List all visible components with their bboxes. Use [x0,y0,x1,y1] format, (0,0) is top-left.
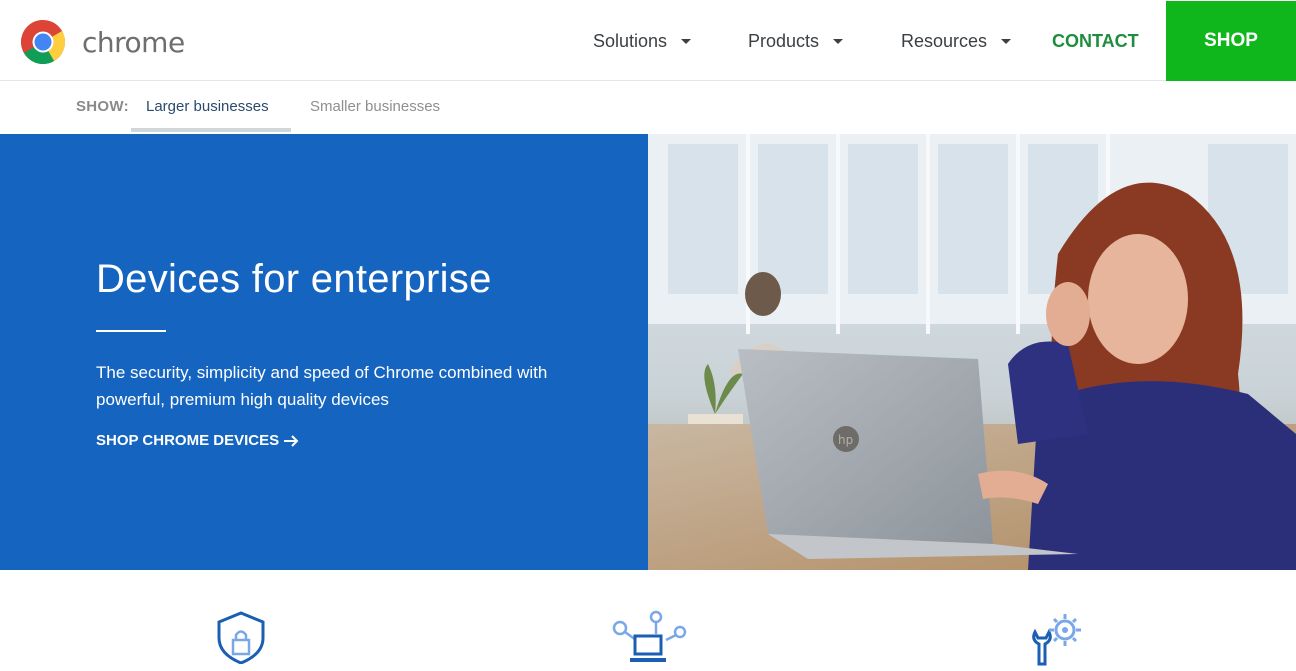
nav-products-label: Products [748,31,820,51]
logo-text: chrome [82,25,185,59]
nav-resources[interactable]: Resources [901,31,1012,52]
chrome-logo-icon [21,20,65,64]
office-photo-illustration: hp [648,134,1296,570]
caret-down-icon [1001,39,1012,44]
show-label: SHOW: [76,98,129,115]
nav-solutions[interactable]: Solutions [593,31,692,52]
hero-photo: hp [648,134,1296,570]
site-header: chrome Solutions Products Resources CONT… [0,0,1296,81]
nav-products[interactable]: Products [748,31,844,52]
wrench-gear-icon [1027,610,1087,671]
hero-description: The security, simplicity and speed of Ch… [96,363,548,409]
shop-button[interactable]: SHOP [1166,1,1296,81]
caret-down-icon [833,39,844,44]
nav-resources-label: Resources [901,31,988,51]
nav-solutions-label: Solutions [593,31,668,51]
cta-label: SHOP CHROME DEVICES [96,432,280,449]
arrow-right-icon [284,434,299,447]
laptop-network-icon [610,610,690,671]
hero-title: Devices for enterprise [96,257,492,301]
tab-larger-businesses[interactable]: Larger businesses [146,98,269,115]
chrome-logo[interactable]: chrome [20,19,185,65]
tab-smaller-businesses[interactable]: Smaller businesses [310,98,440,115]
shield-lock-icon [214,610,268,669]
shop-chrome-devices-link[interactable]: SHOP CHROME DEVICES [96,432,299,449]
hero-divider [96,330,166,332]
hero-text-panel: Devices for enterprise The security, sim… [0,134,648,570]
hero-section: Devices for enterprise The security, sim… [0,134,1296,570]
active-tab-indicator [131,128,291,132]
nav-contact-link[interactable]: CONTACT [1052,31,1139,52]
audience-subnav: SHOW: Larger businesses Smaller business… [0,81,1296,134]
caret-down-icon [681,39,692,44]
hp-logo: hp [838,433,853,447]
